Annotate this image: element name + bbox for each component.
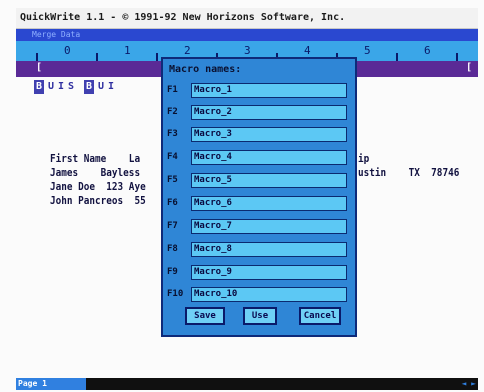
page-indicator[interactable]: Page 1 <box>16 378 86 390</box>
bold-icon[interactable]: B <box>34 80 44 94</box>
function-key-label: F3 <box>167 129 178 139</box>
dialog-title: Macro names: <box>169 64 242 75</box>
document-line-left[interactable]: James Bayless <box>50 166 140 179</box>
function-key-label: F9 <box>167 267 178 277</box>
ruler-tick <box>396 53 398 61</box>
function-key-label: F8 <box>167 244 178 254</box>
macro-name-field[interactable]: Macro_9 <box>191 265 347 280</box>
macro-names-dialog: Macro names: F1 Macro_1 F2 Macro_2 F3 Ma… <box>161 57 357 337</box>
left-margin-marker[interactable]: [ <box>36 62 42 73</box>
document-line-left[interactable]: John Pancreos 55 <box>50 194 146 207</box>
ruler-mark: 6 <box>424 44 431 57</box>
shadow-icon[interactable]: S <box>67 80 75 94</box>
ruler-mark: 5 <box>364 44 371 57</box>
bold-icon[interactable]: B <box>84 80 94 94</box>
function-key-label: F7 <box>167 221 178 231</box>
document-line-right[interactable]: ustin TX 78746 <box>358 166 459 179</box>
use-button[interactable]: Use <box>243 307 277 325</box>
function-key-label: F4 <box>167 152 178 162</box>
ruler-tick <box>156 53 158 61</box>
right-margin-marker[interactable]: [ <box>466 62 472 73</box>
macro-name-field[interactable]: Macro_3 <box>191 127 347 142</box>
ruler-mark: 3 <box>244 44 251 57</box>
macro-name-field[interactable]: Macro_7 <box>191 219 347 234</box>
italic-icon[interactable]: I <box>57 80 65 94</box>
ruler-tick <box>96 53 98 61</box>
italic-icon[interactable]: I <box>107 80 115 94</box>
document-label-bar: Merge Data <box>16 29 478 41</box>
scroll-arrows-icon[interactable]: ◄ ► <box>462 378 476 390</box>
macro-name-field[interactable]: Macro_6 <box>191 196 347 211</box>
document-line-left[interactable]: First Name La <box>50 152 140 165</box>
window-title-bar[interactable]: QuickWrite 1.1 - © 1991-92 New Horizons … <box>16 8 478 29</box>
ruler-tick <box>36 53 38 61</box>
function-key-label: F6 <box>167 198 178 208</box>
function-key-label: F10 <box>167 289 184 299</box>
function-key-label: F1 <box>167 85 178 95</box>
ruler-mark: 2 <box>184 44 191 57</box>
macro-name-field[interactable]: Macro_5 <box>191 173 347 188</box>
screen: QuickWrite 1.1 - © 1991-92 New Horizons … <box>0 0 484 392</box>
document-line-left[interactable]: Jane Doe 123 Aye <box>50 180 146 193</box>
macro-name-field[interactable]: Macro_4 <box>191 150 347 165</box>
ruler-mark: 4 <box>304 44 311 57</box>
cancel-button[interactable]: Cancel <box>299 307 341 325</box>
ruler-mark: 0 <box>64 44 71 57</box>
save-button[interactable]: Save <box>185 307 225 325</box>
underline-icon[interactable]: U <box>47 80 55 94</box>
document-line-right[interactable]: ip <box>358 152 369 165</box>
function-key-label: F5 <box>167 175 178 185</box>
ruler-mark: 1 <box>124 44 131 57</box>
function-key-label: F2 <box>167 107 178 117</box>
window-title: QuickWrite 1.1 - © 1991-92 New Horizons … <box>20 12 346 23</box>
macro-name-field[interactable]: Macro_10 <box>191 287 347 302</box>
status-bar: Page 1 ◄ ► <box>16 378 478 390</box>
document-label: Merge Data <box>32 30 81 39</box>
macro-name-field[interactable]: Macro_8 <box>191 242 347 257</box>
ruler-tick <box>456 53 458 61</box>
macro-name-field[interactable]: Macro_1 <box>191 83 347 98</box>
macro-name-field[interactable]: Macro_2 <box>191 105 347 120</box>
underline-icon[interactable]: U <box>97 80 105 94</box>
